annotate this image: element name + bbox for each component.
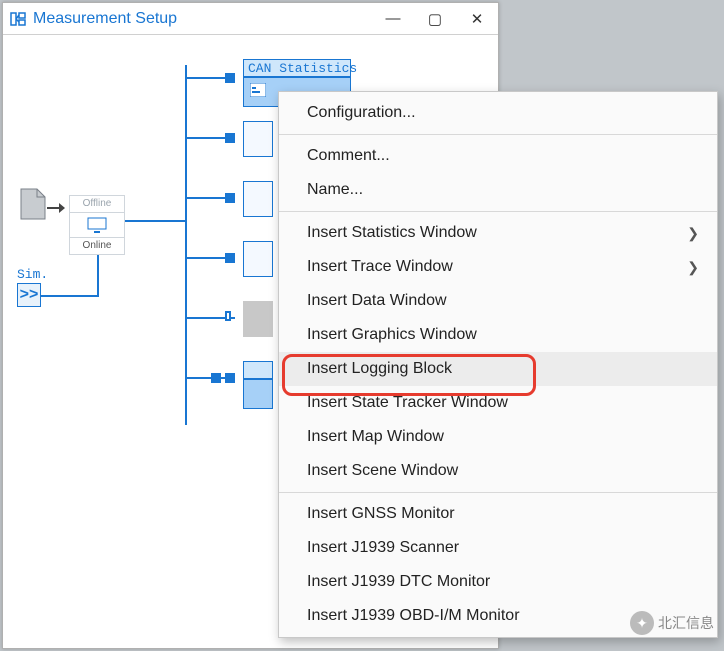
menu-insert-data-window[interactable]: Insert Data Window xyxy=(279,284,717,318)
window-title: Measurement Setup xyxy=(33,10,177,28)
watermark-text: 北汇信息 xyxy=(658,613,714,633)
chevron-right-icon: ❯ xyxy=(687,259,699,276)
menu-label: Insert Scene Window xyxy=(307,462,458,480)
mode-offline-label: Offline xyxy=(70,196,124,212)
connector-port[interactable] xyxy=(225,73,235,83)
titlebar[interactable]: Measurement Setup — ▢ ✕ xyxy=(3,3,498,35)
sim-start-button[interactable]: >> xyxy=(17,283,41,307)
menu-insert-j1939-dtc-monitor[interactable]: Insert J1939 DTC Monitor xyxy=(279,565,717,599)
app-icon xyxy=(9,10,27,28)
node-block-header[interactable] xyxy=(243,361,273,379)
connector-port[interactable] xyxy=(225,253,235,263)
node-can-statistics-header[interactable]: CAN Statistics xyxy=(243,59,351,77)
sim-label: Sim. xyxy=(17,267,48,282)
menu-label: Insert J1939 OBD-I/M Monitor xyxy=(307,607,520,625)
mode-online-label: Online xyxy=(70,238,124,254)
menu-label: Insert GNSS Monitor xyxy=(307,505,455,523)
menu-label: Insert J1939 DTC Monitor xyxy=(307,573,490,591)
wechat-icon: ✦ xyxy=(630,611,654,635)
connector-port[interactable] xyxy=(225,193,235,203)
menu-name[interactable]: Name... xyxy=(279,173,717,207)
menu-comment[interactable]: Comment... xyxy=(279,139,717,173)
node-block[interactable] xyxy=(243,121,273,157)
menu-separator xyxy=(279,134,717,135)
connector-port[interactable] xyxy=(211,373,221,383)
menu-configuration[interactable]: Configuration... xyxy=(279,96,717,130)
menu-label: Insert Logging Block xyxy=(307,360,452,378)
menu-label: Configuration... xyxy=(307,104,416,122)
maximize-button[interactable]: ▢ xyxy=(414,4,456,34)
menu-label: Name... xyxy=(307,181,363,199)
menu-insert-gnss-monitor[interactable]: Insert GNSS Monitor xyxy=(279,497,717,531)
menu-label: Insert Data Window xyxy=(307,292,447,310)
node-block[interactable] xyxy=(243,379,273,409)
menu-label: Insert State Tracker Window xyxy=(307,394,508,412)
menu-insert-state-tracker-window[interactable]: Insert State Tracker Window xyxy=(279,386,717,420)
watermark: ✦ 北汇信息 xyxy=(630,611,714,635)
wire xyxy=(125,220,187,222)
wire xyxy=(41,295,99,297)
node-block-disabled[interactable] xyxy=(243,301,273,337)
menu-label: Insert Statistics Window xyxy=(307,224,477,242)
connector-port[interactable] xyxy=(225,133,235,143)
chevron-right-icon: ❯ xyxy=(687,225,699,242)
wire xyxy=(97,255,99,297)
file-icon xyxy=(19,187,47,226)
menu-separator xyxy=(279,211,717,212)
menu-insert-logging-block[interactable]: Insert Logging Block xyxy=(279,352,717,386)
menu-label: Insert Trace Window xyxy=(307,258,453,276)
wire xyxy=(185,65,187,425)
close-button[interactable]: ✕ xyxy=(456,4,498,34)
node-block[interactable] xyxy=(243,241,273,277)
connector-port[interactable] xyxy=(225,373,235,383)
menu-insert-scene-window[interactable]: Insert Scene Window xyxy=(279,454,717,488)
menu-label: Insert J1939 Scanner xyxy=(307,539,459,557)
menu-insert-trace-window[interactable]: Insert Trace Window ❯ xyxy=(279,250,717,284)
context-menu: Configuration... Comment... Name... Inse… xyxy=(278,91,718,638)
monitor-icon xyxy=(86,217,108,233)
menu-label: Insert Map Window xyxy=(307,428,444,446)
menu-label: Insert Graphics Window xyxy=(307,326,477,344)
menu-insert-j1939-scanner[interactable]: Insert J1939 Scanner xyxy=(279,531,717,565)
menu-insert-graphics-window[interactable]: Insert Graphics Window xyxy=(279,318,717,352)
menu-insert-map-window[interactable]: Insert Map Window xyxy=(279,420,717,454)
arrow-icon xyxy=(47,201,65,219)
menu-separator xyxy=(279,492,717,493)
mode-selector[interactable]: Offline Online xyxy=(69,195,125,255)
menu-label: Comment... xyxy=(307,147,390,165)
menu-insert-statistics-window[interactable]: Insert Statistics Window ❯ xyxy=(279,216,717,250)
connector-port-break[interactable] xyxy=(225,311,231,321)
node-block[interactable] xyxy=(243,181,273,217)
statistics-icon xyxy=(250,83,266,102)
minimize-button[interactable]: — xyxy=(372,4,414,34)
